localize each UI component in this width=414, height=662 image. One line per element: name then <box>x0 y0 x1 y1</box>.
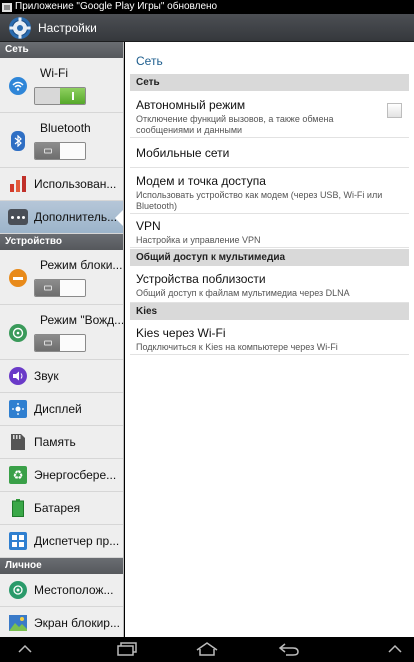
selection-arrow <box>115 209 123 227</box>
kies-wifi-item[interactable]: Kies через Wi-Fi Подключиться к Kies на … <box>130 321 409 355</box>
recent-apps-icon[interactable] <box>115 640 141 658</box>
gear-icon[interactable] <box>8 16 32 40</box>
breadcrumb: Сеть <box>136 54 163 68</box>
sidebar-item-blocking-mode[interactable]: Режим блоки... <box>0 250 123 305</box>
sidebar-item-label: Режим блоки... <box>40 258 123 272</box>
back-icon[interactable] <box>276 640 302 658</box>
item-subtitle: Подключиться к Kies на компьютере через … <box>136 342 338 352</box>
section-header-device: Устройство <box>0 234 123 250</box>
sidebar-item-power-saving[interactable]: ♻ Энергосбере... <box>0 459 123 492</box>
driving-mode-toggle[interactable] <box>34 334 86 352</box>
display-icon <box>8 399 28 419</box>
sidebar-item-storage[interactable]: Память <box>0 426 123 459</box>
item-title: Kies через Wi-Fi <box>136 326 226 340</box>
tethering-item[interactable]: Модем и точка доступа Использовать устро… <box>130 168 409 214</box>
sidebar-item-location[interactable]: Местополож... <box>0 574 123 607</box>
storage-icon <box>8 432 28 452</box>
item-title: Автономный режим <box>136 98 246 112</box>
notification-icon <box>2 2 12 12</box>
blocking-mode-icon <box>8 268 28 288</box>
sidebar-item-label: Экран блокир... <box>34 616 120 630</box>
wifi-toggle[interactable] <box>34 87 86 105</box>
sidebar-item-driving-mode[interactable]: Режим "Вожд... <box>0 305 123 360</box>
vpn-item[interactable]: VPN Настройка и управление VPN <box>130 214 409 248</box>
collapse-icon[interactable] <box>12 640 38 658</box>
navigation-bar <box>0 637 414 662</box>
bluetooth-icon <box>8 131 28 151</box>
section-header-media-sharing: Общий доступ к мультимедиа <box>130 249 409 266</box>
sidebar-item-label: Дополнитель... <box>34 210 118 224</box>
sidebar-item-label: Wi-Fi <box>40 66 68 80</box>
battery-icon <box>8 498 28 518</box>
more-icon <box>8 207 28 227</box>
section-header-network: Сеть <box>130 74 409 91</box>
item-title: Модем и точка доступа <box>136 174 266 188</box>
menu-icon[interactable] <box>382 640 408 658</box>
section-header-network: Сеть <box>0 42 123 58</box>
sidebar-item-display[interactable]: Дисплей <box>0 393 123 426</box>
sidebar-item-sound[interactable]: Звук <box>0 360 123 393</box>
section-header-kies: Kies <box>130 303 409 320</box>
mobile-networks-item[interactable]: Мобильные сети <box>130 138 409 168</box>
sidebar-item-wifi[interactable]: Wi-Fi <box>0 58 123 113</box>
sidebar-item-label: Звук <box>34 369 59 383</box>
home-icon[interactable] <box>194 640 220 658</box>
sidebar-item-label: Использован... <box>34 177 117 191</box>
driving-mode-icon <box>8 323 28 343</box>
page-title: Настройки <box>38 20 97 35</box>
settings-detail-pane: Сеть Сеть Автономный режим Отключение фу… <box>125 42 414 637</box>
section-header-personal: Личное <box>0 558 123 574</box>
sidebar-item-more[interactable]: Дополнитель... <box>0 201 123 234</box>
sidebar-item-battery[interactable]: Батарея <box>0 492 123 525</box>
data-usage-icon <box>8 174 28 194</box>
sidebar-item-lock-screen[interactable]: Экран блокир... <box>0 607 123 637</box>
sound-icon <box>8 366 28 386</box>
bluetooth-toggle[interactable] <box>34 142 86 160</box>
sidebar-item-label: Местополож... <box>34 583 114 597</box>
airplane-mode-item[interactable]: Автономный режим Отключение функций вызо… <box>130 92 409 138</box>
status-notification-text: Приложение "Google Play Игры" обновлено <box>15 1 218 12</box>
item-title: VPN <box>136 219 161 233</box>
sidebar-item-label: Bluetooth <box>40 121 91 135</box>
sidebar-item-app-manager[interactable]: Диспетчер пр... <box>0 525 123 558</box>
item-subtitle: Настройка и управление VPN <box>136 235 261 245</box>
sidebar-item-label: Энергосбере... <box>34 468 117 482</box>
sidebar-item-label: Дисплей <box>34 402 82 416</box>
item-title: Мобильные сети <box>136 146 230 160</box>
location-icon <box>8 580 28 600</box>
sidebar-item-data-usage[interactable]: Использован... <box>0 168 123 201</box>
sidebar-item-label: Батарея <box>34 501 81 515</box>
blocking-mode-toggle[interactable] <box>34 279 86 297</box>
item-subtitle: Общий доступ к файлам мультимедиа через … <box>136 288 350 298</box>
sidebar-item-label: Память <box>34 435 76 449</box>
airplane-mode-checkbox[interactable] <box>387 103 402 118</box>
action-bar: Настройки <box>0 14 414 42</box>
sidebar-item-bluetooth[interactable]: Bluetooth <box>0 113 123 168</box>
wifi-icon <box>8 76 28 96</box>
item-subtitle: Использовать устройство как модем (через… <box>136 190 383 211</box>
power-saving-icon: ♻ <box>8 465 28 485</box>
sidebar-item-label: Режим "Вожд... <box>40 313 124 327</box>
settings-category-list[interactable]: Сеть Wi-Fi Bluetooth Использован... Допо… <box>0 42 124 637</box>
item-title: Устройства поблизости <box>136 272 266 286</box>
app-manager-icon <box>8 531 28 551</box>
status-bar: Приложение "Google Play Игры" обновлено <box>0 0 414 14</box>
sidebar-item-label: Диспетчер пр... <box>34 534 120 548</box>
item-subtitle: Отключение функций вызовов, а также обме… <box>136 114 334 135</box>
lock-screen-icon <box>8 613 28 633</box>
nearby-devices-item[interactable]: Устройства поблизости Общий доступ к фай… <box>130 267 409 303</box>
